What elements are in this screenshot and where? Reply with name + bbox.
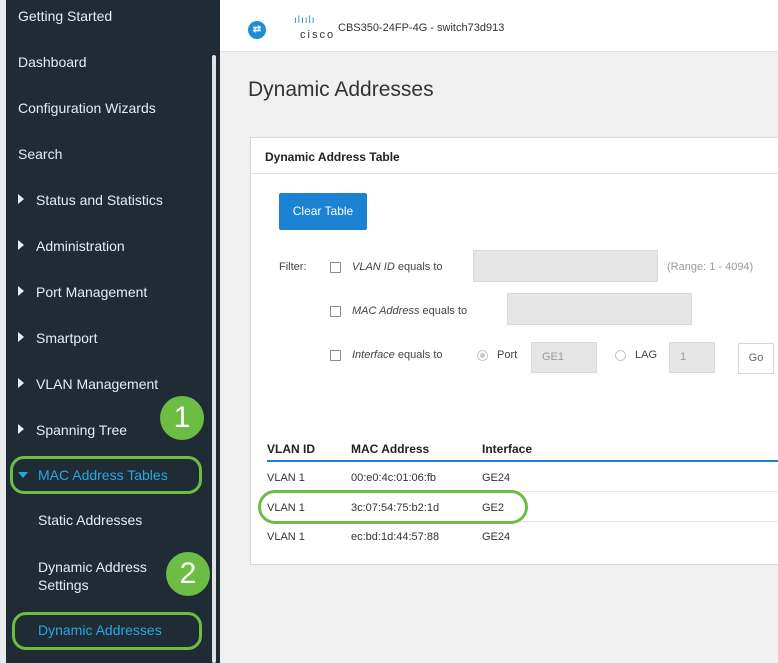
sidebar-item-label: Spanning Tree xyxy=(36,422,128,438)
step-1-badge: 1 xyxy=(160,396,204,440)
top-bar: ⇄ ılıılı cisco CBS350-24FP-4G - switch73… xyxy=(220,0,778,52)
sidebar-item-vlan-management[interactable]: VLAN Management xyxy=(18,376,158,392)
sidebar-item-port-management[interactable]: Port Management xyxy=(18,284,147,300)
vlan-id-input[interactable] xyxy=(473,250,658,282)
expand-arrow-icon xyxy=(18,194,24,204)
lag-select[interactable]: 1 xyxy=(669,342,715,373)
sidebar-item-label: VLAN Management xyxy=(36,376,159,392)
main-content: Dynamic Addresses Dynamic Address Table … xyxy=(220,52,778,663)
interface-filter-label: Interface equals to xyxy=(352,349,443,361)
sidebar-item-smartport[interactable]: Smartport xyxy=(18,330,97,346)
port-select[interactable]: GE1 xyxy=(531,342,597,373)
expand-arrow-icon xyxy=(18,424,24,434)
device-name: CBS350-24FP-4G - switch73d913 xyxy=(338,22,505,34)
expand-arrow-icon xyxy=(18,240,24,250)
table-cell: VLAN 1 xyxy=(267,531,305,543)
lag-radio[interactable] xyxy=(615,350,626,361)
sidebar-item-search[interactable]: Search xyxy=(18,146,62,162)
panel-title: Dynamic Address Table xyxy=(265,150,400,164)
mac-address-input[interactable] xyxy=(507,293,692,325)
sidebar-item-status-and-statistics[interactable]: Status and Statistics xyxy=(18,192,163,208)
sidebar-item-static-addresses[interactable]: Static Addresses xyxy=(38,512,142,528)
highlight-mac-address-tables xyxy=(10,456,202,494)
sidebar-item-administration[interactable]: Administration xyxy=(18,238,125,254)
sidebar-item-label: Smartport xyxy=(36,330,98,346)
sidebar-item-dashboard[interactable]: Dashboard xyxy=(18,54,87,70)
sidebar-item-label: Administration xyxy=(36,238,125,254)
highlight-row-ge2 xyxy=(258,490,528,524)
table-cell: ec:bd:1d:44:57:88 xyxy=(351,531,440,543)
table-cell: GE24 xyxy=(482,472,511,484)
page-title: Dynamic Addresses xyxy=(248,78,434,101)
cisco-logo-text: cisco xyxy=(300,29,336,41)
sidebar-item-label: Port Management xyxy=(36,284,148,300)
sidebar-item-spanning-tree[interactable]: Spanning Tree xyxy=(18,422,127,438)
port-radio[interactable] xyxy=(477,350,488,361)
vlan-id-checkbox[interactable] xyxy=(330,262,341,273)
vlan-range-hint: (Range: 1 - 4094) xyxy=(667,261,754,273)
sidebar-item-label: Settings xyxy=(38,577,89,593)
go-button[interactable]: Go xyxy=(738,343,774,374)
column-header-vlan-id[interactable]: VLAN ID xyxy=(267,442,315,456)
interface-cond: equals to xyxy=(397,349,443,361)
clear-table-button[interactable]: Clear Table xyxy=(279,193,367,230)
sidebar-item-label: Status and Statistics xyxy=(36,192,163,208)
table-header-rule xyxy=(267,460,778,462)
panel-header: Dynamic Address Table xyxy=(251,138,778,174)
sidebar-item-getting-started[interactable]: Getting Started xyxy=(18,8,112,24)
table-cell: GE24 xyxy=(482,531,511,543)
sidebar-item-label: Dynamic Address xyxy=(38,559,147,575)
sidebar-edge xyxy=(0,0,6,663)
vlan-id-cond: equals to xyxy=(397,261,443,273)
table-cell: VLAN 1 xyxy=(267,472,305,484)
table-cell: 00:e0:4c:01:06:fb xyxy=(351,472,437,484)
mac-address-name: MAC Address xyxy=(352,305,420,317)
mac-address-filter-label: MAC Address equals to xyxy=(352,305,467,317)
filter-label: Filter: xyxy=(279,261,307,273)
step-2-badge: 2 xyxy=(166,552,210,596)
switch-logo-icon[interactable]: ⇄ xyxy=(248,21,266,39)
interface-checkbox[interactable] xyxy=(330,350,341,361)
page: Getting Started Dashboard Configuration … xyxy=(0,0,778,663)
expand-arrow-icon xyxy=(18,332,24,342)
expand-arrow-icon xyxy=(18,286,24,296)
mac-address-checkbox[interactable] xyxy=(330,306,341,317)
highlight-dynamic-addresses xyxy=(12,612,202,650)
sidebar-scrollbar[interactable] xyxy=(212,55,216,663)
dynamic-address-table-panel: Dynamic Address Table Clear Table Filter… xyxy=(250,137,778,565)
interface-name: Interface xyxy=(352,349,395,361)
sidebar-item-configuration-wizards[interactable]: Configuration Wizards xyxy=(18,100,156,116)
sidebar: Getting Started Dashboard Configuration … xyxy=(0,0,220,663)
sidebar-item-dynamic-address-settings[interactable]: Dynamic Address Settings xyxy=(38,558,147,594)
lag-label: LAG xyxy=(635,349,658,361)
cisco-logo-bars: ılıılı xyxy=(294,15,316,26)
vlan-id-name: VLAN ID xyxy=(352,261,395,273)
vlan-id-filter-label: VLAN ID equals to xyxy=(352,261,443,273)
column-header-mac-address[interactable]: MAC Address xyxy=(351,442,429,456)
column-header-interface[interactable]: Interface xyxy=(482,442,532,456)
port-label: Port xyxy=(497,349,518,361)
expand-arrow-icon xyxy=(18,378,24,388)
mac-address-cond: equals to xyxy=(422,305,468,317)
